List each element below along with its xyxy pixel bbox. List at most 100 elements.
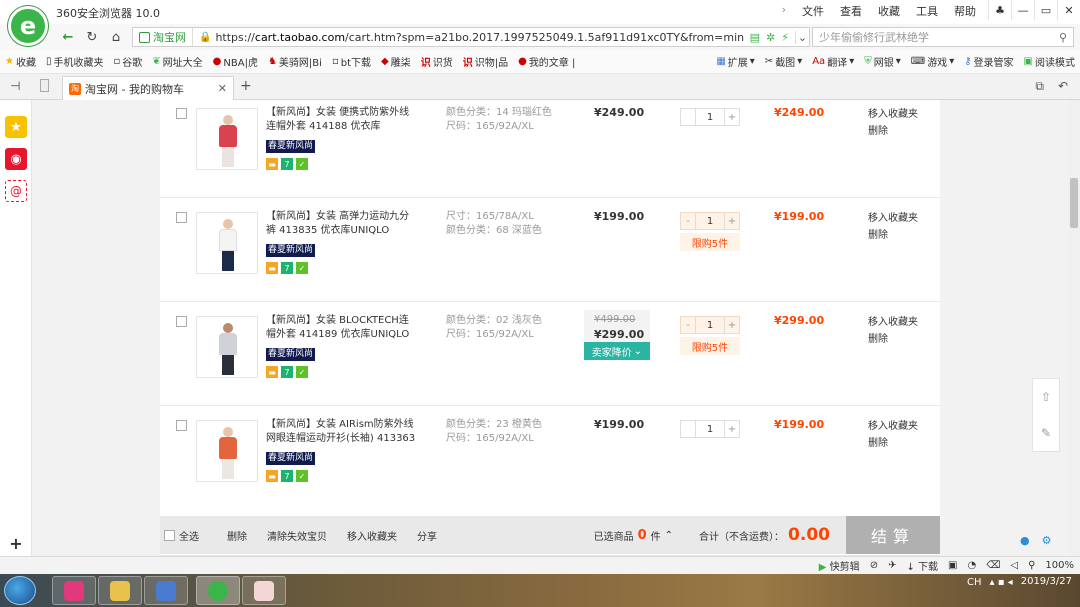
bookmark-url-directory[interactable]: ❦ 网址大全 <box>147 54 207 69</box>
item-checkbox[interactable] <box>176 212 187 223</box>
bookmark-google[interactable]: ▫ 谷歌 <box>108 54 147 69</box>
bookmark-shihuo[interactable]: 识识货 <box>416 54 458 69</box>
collapse-tabs-icon[interactable]: ⊣ <box>10 79 20 93</box>
vertical-scrollbar[interactable] <box>1068 100 1080 556</box>
sound-icon[interactable]: ◁ <box>1010 560 1018 571</box>
toolbar-extensions[interactable]: ▦ 扩展 ▾ <box>711 54 759 69</box>
url-dropdown-icon[interactable]: ⌄ <box>795 30 809 44</box>
qty-increase-button[interactable]: + <box>725 109 739 125</box>
clear-invalid-link[interactable]: 清除失效宝贝 <box>267 528 327 543</box>
menu-tools[interactable]: 工具 <box>916 3 938 19</box>
close-icon[interactable]: ✕ <box>1057 0 1080 20</box>
select-all-checkbox[interactable] <box>164 529 175 541</box>
share-link[interactable]: 分享 <box>417 528 437 543</box>
qty-input[interactable]: 1 <box>695 421 725 437</box>
site-badge[interactable]: 淘宝网 <box>133 28 193 46</box>
chevron-right-icon[interactable]: › <box>782 3 786 19</box>
product-image[interactable] <box>196 316 258 378</box>
toolbar-games[interactable]: ⌨ 游戏 ▾ <box>906 54 959 69</box>
bookmark-shiwu[interactable]: 识识物|品 <box>458 54 513 69</box>
toolbar-translate[interactable]: Aa 翻译 ▾ <box>807 54 859 69</box>
translate-icon[interactable]: ▤ <box>750 31 760 44</box>
move-to-favorites-link[interactable]: 移入收藏夹 <box>868 418 918 435</box>
taskbar-app-5[interactable] <box>242 576 286 605</box>
ime-lang[interactable]: CH <box>967 577 982 588</box>
product-title[interactable]: 【新风尚】女装 高弹力运动九分裤 413835 优衣库UNIQLO <box>266 210 418 238</box>
new-tab-button[interactable]: + <box>240 78 252 94</box>
taskbar-app-browser[interactable] <box>196 576 240 605</box>
product-image[interactable] <box>196 420 258 482</box>
shirt-skin-icon[interactable]: ♣ <box>988 0 1011 20</box>
tab-taobao-cart[interactable]: 淘 淘宝网 - 我的购物车 ✕ <box>62 76 234 100</box>
price-drop-tag[interactable]: 卖家降价 ⌄ <box>584 342 650 360</box>
chat-bird-icon[interactable]: ● <box>1020 534 1030 547</box>
search-input[interactable]: 少年偷偷修行武林绝学 ⚲ <box>812 27 1074 47</box>
url-input[interactable]: 淘宝网 🔒 https://cart.taobao.com/cart.htm?s… <box>132 27 810 47</box>
product-image[interactable] <box>196 108 258 170</box>
qty-increase-button[interactable]: + <box>725 213 739 229</box>
qty-decrease-button[interactable] <box>681 421 695 437</box>
taskbar-app-1[interactable] <box>52 576 96 605</box>
delete-selected-link[interactable]: 删除 <box>227 528 247 543</box>
download-button[interactable]: ↓ 下载 <box>906 558 938 573</box>
move-selected-to-favorites-link[interactable]: 移入收藏夹 <box>347 528 397 543</box>
qty-input[interactable]: 1 <box>695 109 725 125</box>
favorites-star-icon[interactable]: ★ <box>5 116 27 138</box>
item-checkbox[interactable] <box>176 108 187 119</box>
delete-link[interactable]: 删除 <box>868 435 918 452</box>
compat-icon[interactable]: ✲ <box>766 31 775 44</box>
product-title[interactable]: 【新风尚】女装 便携式防紫外线连帽外套 414188 优衣库UNIQLO <box>266 106 418 134</box>
toolbar-bank[interactable]: ⛨ 网银 ▾ <box>859 54 906 69</box>
checkout-button[interactable]: 结算 <box>846 516 940 554</box>
bookmark-mobile-favorites[interactable]: ▯ 手机收藏夹 <box>41 54 109 69</box>
tray-icons[interactable]: ▴ ▪ ◂ <box>990 577 1013 588</box>
delete-link[interactable]: 删除 <box>868 331 918 348</box>
back-to-top-icon[interactable]: ⇧ <box>1033 379 1059 415</box>
sidebar-add-icon[interactable]: + <box>5 532 27 554</box>
taskbar-app-2[interactable] <box>98 576 142 605</box>
delete-link[interactable]: 删除 <box>868 123 918 140</box>
item-checkbox[interactable] <box>176 420 187 431</box>
mail-icon[interactable]: @ <box>5 180 27 202</box>
speed-icon[interactable]: ◔ <box>968 560 977 571</box>
bookmark-bt[interactable]: ▫ bt下载 <box>327 54 376 69</box>
edit-pencil-icon[interactable]: ✎ <box>1033 415 1059 451</box>
product-title[interactable]: 【新风尚】女装 AIRism防紫外线网眼连帽运动开衫(长袖) 413363 优 <box>266 418 418 446</box>
bookmark-favorites[interactable]: ★ 收藏 <box>0 54 41 69</box>
product-title[interactable]: 【新风尚】女装 BLOCKTECH连帽外套 414189 优衣库UNIQLO <box>266 314 418 342</box>
browser-mode-icon[interactable]: ⊘ <box>870 560 878 571</box>
qty-input[interactable]: 1 <box>695 213 725 229</box>
product-image[interactable] <box>196 212 258 274</box>
move-to-favorites-link[interactable]: 移入收藏夹 <box>868 210 918 227</box>
refresh-button[interactable]: ↻ <box>82 27 102 47</box>
bookmark-my-articles[interactable]: ● 我的文章 | <box>513 54 580 69</box>
menu-view[interactable]: 查看 <box>840 3 862 19</box>
trash-icon[interactable]: ⌫ <box>986 560 1000 571</box>
delete-link[interactable]: 删除 <box>868 227 918 244</box>
qty-increase-button[interactable]: + <box>725 317 739 333</box>
tab-close-icon[interactable]: ✕ <box>218 82 227 95</box>
qty-decrease-button[interactable]: - <box>681 213 695 229</box>
browser-logo-icon[interactable]: e <box>8 6 48 46</box>
quick-clip-button[interactable]: ▶ 快剪辑 <box>819 558 860 573</box>
layout-icon[interactable]: ▣ <box>948 560 957 571</box>
toolbar-screenshot[interactable]: ✂ 截图 ▾ <box>760 54 807 69</box>
menu-favorites[interactable]: 收藏 <box>878 3 900 19</box>
page-icon[interactable] <box>40 79 49 92</box>
item-checkbox[interactable] <box>176 316 187 327</box>
back-button[interactable]: ← <box>58 27 78 47</box>
zoom-level[interactable]: 100% <box>1045 560 1074 571</box>
toolbar-login-manager[interactable]: ⚷ 登录管家 <box>959 54 1018 69</box>
qty-input[interactable]: 1 <box>695 317 725 333</box>
home-button[interactable]: ⌂ <box>106 27 126 47</box>
scrollbar-thumb[interactable] <box>1070 178 1078 228</box>
zoom-search-icon[interactable]: ⚲ <box>1028 560 1035 571</box>
move-to-favorites-link[interactable]: 移入收藏夹 <box>868 106 918 123</box>
maximize-icon[interactable]: ▭ <box>1034 0 1057 20</box>
restore-tabs-icon[interactable]: ⧉ <box>1035 79 1044 94</box>
menu-help[interactable]: 帮助 <box>954 3 976 19</box>
chevron-up-icon[interactable]: ⌃ <box>665 530 673 541</box>
select-all-label[interactable]: 全选 <box>179 528 199 543</box>
taskbar-app-3[interactable] <box>144 576 188 605</box>
bookmark-diaoqi[interactable]: ◆ 雕柒 <box>376 54 416 69</box>
